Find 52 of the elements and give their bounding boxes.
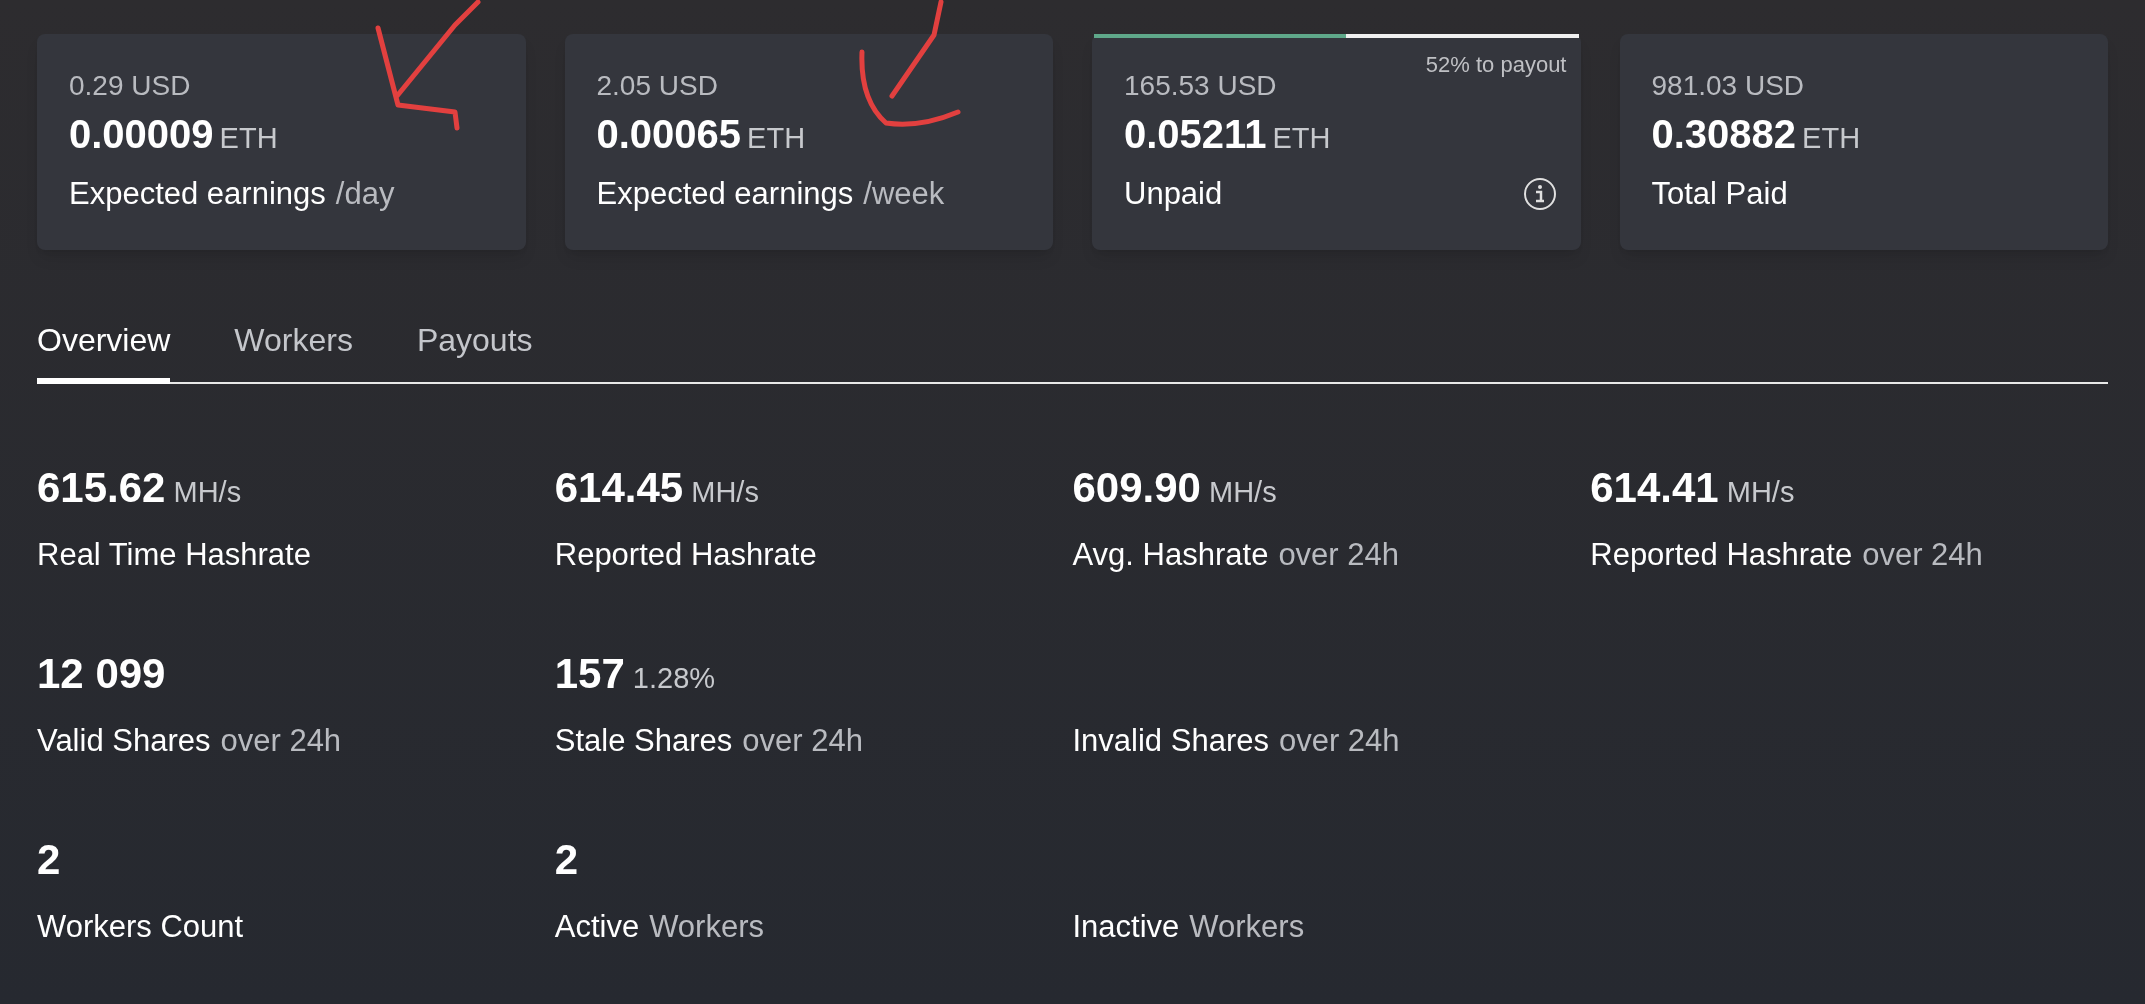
stat-value: 615.62 <box>37 463 166 513</box>
stat-label: Inactive <box>1072 908 1180 946</box>
tab[interactable]: Overview <box>37 316 171 384</box>
stat-unit: 1.28% <box>632 661 716 696</box>
card-label: Expected earnings <box>596 174 854 213</box>
card-label: Total Paid <box>1651 174 1788 213</box>
stat-qualifier: over 24h <box>1278 536 1399 574</box>
usd-amount: 2.05 USD <box>596 69 719 103</box>
card-label: Expected earnings <box>69 174 326 213</box>
stat-qualifier: over 24h <box>742 722 863 760</box>
stat-value: 2 <box>37 835 61 885</box>
stat-label: Stale Shares <box>554 722 733 760</box>
stat-qualifier: over 24h <box>1278 722 1400 760</box>
stat-label: Active <box>554 908 640 946</box>
payout-percent: 52% to payout <box>1425 51 1567 79</box>
stat-qualifier: over 24h <box>1862 536 1983 574</box>
stat-qualifier: over 24h <box>220 722 342 760</box>
stat-unit: MH/s <box>691 475 759 510</box>
tab[interactable]: Payouts <box>416 316 533 384</box>
stat-qualifier: Workers <box>649 908 764 946</box>
stat-value: 12 099 <box>37 649 166 699</box>
stat-value: 614.41 <box>1590 463 1719 513</box>
stat-label: Reported Hashrate <box>554 536 817 574</box>
card-label: Unpaid <box>1124 174 1223 213</box>
usd-amount: 981.03 USD <box>1651 69 1806 103</box>
stat-label: Valid Shares <box>37 722 211 760</box>
eth-unit: ETH <box>219 121 278 156</box>
eth-unit: ETH <box>1802 121 1861 156</box>
usd-amount: 0.29 USD <box>69 69 192 103</box>
stat-unit: MH/s <box>173 475 242 510</box>
stat-value: 609.90 <box>1072 463 1201 513</box>
stat-unit: MH/s <box>1726 475 1795 510</box>
stat-unit: MH/s <box>1208 475 1277 510</box>
stat-label: Real Time Hashrate <box>37 536 311 574</box>
stat-label: Invalid Shares <box>1072 722 1269 760</box>
info-icon[interactable] <box>1522 176 1557 211</box>
stat-qualifier: Workers <box>1189 908 1305 946</box>
eth-unit: ETH <box>747 121 806 156</box>
eth-amount: 0.05211 <box>1124 111 1267 158</box>
stat-value: 614.45 <box>554 463 684 513</box>
eth-amount: 0.00009 <box>69 111 214 158</box>
period-label: /week <box>863 174 945 213</box>
period-label: /day <box>335 174 395 213</box>
tab[interactable]: Workers <box>234 316 353 384</box>
stat-label: Reported Hashrate <box>1590 536 1853 574</box>
stat-label: Workers Count <box>37 908 244 946</box>
stat-value: 2 <box>554 835 579 885</box>
stat-label: Avg. Hashrate <box>1072 536 1269 574</box>
eth-unit: ETH <box>1272 121 1331 156</box>
stat-value: 157 <box>554 649 625 699</box>
eth-amount: 0.00065 <box>596 111 742 158</box>
eth-amount: 0.30882 <box>1651 111 1797 158</box>
